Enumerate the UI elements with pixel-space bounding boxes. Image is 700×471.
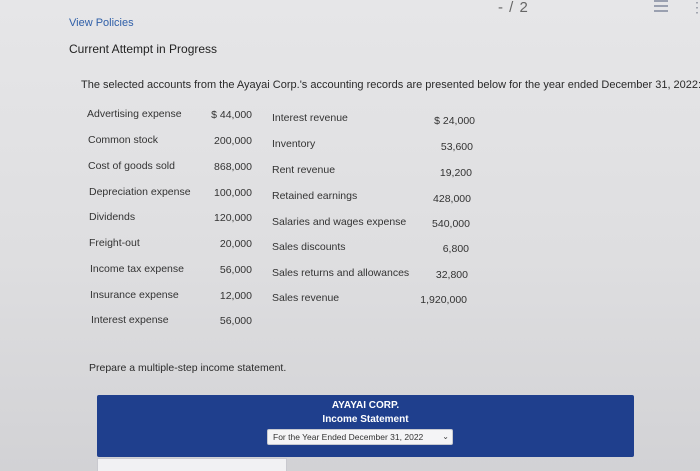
- period-dropdown-value: For the Year Ended December 31, 2022: [273, 432, 424, 442]
- account-name: Inventory: [272, 138, 316, 150]
- period-dropdown[interactable]: For the Year Ended December 31, 2022 ⌄: [267, 429, 453, 445]
- account-value: 56,000: [219, 264, 252, 276]
- account-value: 6,800: [442, 243, 469, 255]
- account-name: Income tax expense: [90, 263, 184, 275]
- account-value: 100,000: [214, 187, 252, 199]
- account-value: 12,000: [219, 290, 252, 302]
- account-name: Common stock: [88, 134, 159, 146]
- statement-row-input[interactable]: [97, 458, 287, 471]
- company-name: AYAYAI CORP.: [331, 400, 400, 411]
- account-value: 540,000: [432, 218, 470, 230]
- account-value: 53,600: [440, 141, 473, 153]
- account-name: Insurance expense: [90, 289, 179, 301]
- account-name: Cost of goods sold: [88, 160, 175, 172]
- instruction-text: Prepare a multiple-step income statement…: [89, 362, 287, 374]
- account-value: 200,000: [214, 135, 252, 147]
- account-value: 868,000: [214, 161, 252, 173]
- account-name: Rent revenue: [272, 164, 336, 176]
- account-value: $ 24,000: [434, 115, 475, 127]
- account-name: Dividends: [89, 211, 136, 223]
- account-name: Depreciation expense: [89, 186, 191, 198]
- page: - / 2 ⋮ View Policies Current Attempt in…: [0, 0, 700, 471]
- statement-title: Income Statement: [322, 414, 409, 425]
- account-name: Sales revenue: [272, 292, 340, 304]
- account-name: Interest revenue: [272, 112, 348, 124]
- account-name: Retained earnings: [272, 190, 358, 202]
- accounts-table: Advertising expense Common stock Cost of…: [0, 0, 700, 340]
- account-value: 20,000: [219, 238, 252, 250]
- account-value: 428,000: [433, 193, 471, 205]
- account-value: 1,920,000: [420, 294, 467, 306]
- account-value: 19,200: [439, 167, 472, 179]
- account-name: Freight-out: [89, 237, 140, 249]
- account-name: Interest expense: [91, 314, 169, 326]
- account-name: Advertising expense: [87, 108, 182, 120]
- account-value: 56,000: [219, 315, 252, 327]
- account-name: Salaries and wages expense: [272, 216, 407, 228]
- account-name: Sales discounts: [272, 241, 346, 253]
- account-value: $ 44,000: [211, 109, 252, 121]
- account-value: 32,800: [435, 269, 468, 281]
- income-statement-header: AYAYAI CORP. Income Statement For the Ye…: [97, 395, 634, 457]
- chevron-down-icon: ⌄: [442, 432, 449, 441]
- account-name: Sales returns and allowances: [272, 267, 410, 279]
- account-value: 120,000: [214, 212, 252, 224]
